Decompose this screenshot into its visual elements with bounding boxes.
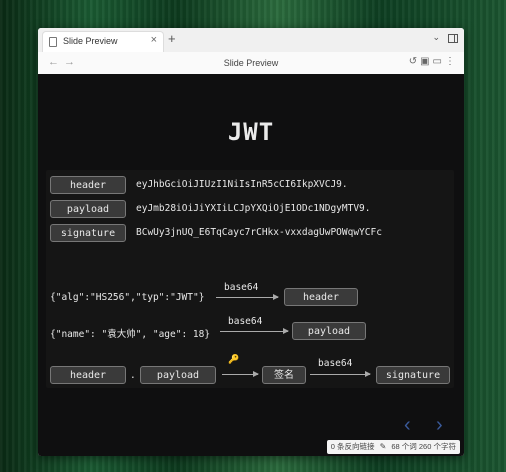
header-value: eyJhbGciOiJIUzI1NiIsInR5cCI6IkpXVCJ9.: [136, 179, 348, 190]
sign-pill: 签名: [262, 366, 306, 384]
chevron-right-icon[interactable]: ›: [436, 414, 443, 437]
base64-label-2: base64: [228, 316, 263, 327]
payload-output-pill: payload: [292, 322, 366, 340]
tab-label: Slide Preview: [63, 36, 118, 46]
base64-label-3: base64: [318, 358, 353, 369]
preview-window: Slide Preview × + ⌄ ← → Slide Preview ↺▣…: [38, 28, 464, 456]
arrow-3: [222, 371, 259, 377]
char-count: 260 个字符: [418, 442, 456, 451]
arrow-4: [310, 371, 371, 377]
toolbar-icons[interactable]: ↺▣▭⋮: [409, 56, 458, 67]
signature-value: BCwUy3jnUQ_E6TqCayc7rCHkx-vxxdagUwPOWqwY…: [136, 227, 382, 238]
tab-bar: Slide Preview × + ⌄: [38, 28, 464, 53]
arrow-2: [220, 328, 289, 334]
status-bar: 0 条反向链接 ✎ 68 个词 260 个字符: [326, 440, 460, 454]
tab-slide-preview[interactable]: Slide Preview ×: [42, 31, 164, 53]
new-tab-button[interactable]: +: [168, 31, 176, 46]
signature-pill: signature: [50, 224, 126, 242]
payload-pill: payload: [50, 200, 126, 218]
close-icon[interactable]: ×: [151, 34, 157, 46]
address-bar: ← → Slide Preview ↺▣▭⋮: [38, 52, 464, 75]
header-pill-2: header: [50, 366, 126, 384]
arrow-1: [216, 294, 279, 300]
base64-label-1: base64: [224, 282, 259, 293]
signature-output-pill: signature: [376, 366, 450, 384]
key-icon: 🔑: [228, 354, 240, 364]
chevron-left-icon[interactable]: ‹: [404, 414, 411, 437]
header-pill: header: [50, 176, 126, 194]
sidebar-toggle-icon[interactable]: [448, 34, 458, 43]
slide-title: JWT: [227, 118, 275, 146]
edit-icon[interactable]: ✎: [380, 440, 387, 454]
payload-json: {"name": "袁大帅", "age": 18}: [50, 329, 211, 340]
payload-value: eyJmb28iOiJiYXIiLCJpYXQiOjE1ODc1NDgyMTV9…: [136, 203, 371, 214]
slide-area: JWT header eyJhbGciOiJIUzI1NiIsInR5cCI6I…: [38, 74, 464, 456]
page-icon: [49, 37, 57, 47]
backlinks-count[interactable]: 0 条反向链接: [331, 442, 375, 451]
payload-pill-2: payload: [140, 366, 216, 384]
jwt-diagram: header eyJhbGciOiJIUzI1NiIsInR5cCI6IkpXV…: [46, 170, 454, 388]
dot-separator: .: [130, 370, 136, 381]
header-json: {"alg":"HS256","typ":"JWT"}: [50, 292, 205, 303]
page-title: Slide Preview: [223, 58, 279, 68]
header-output-pill: header: [284, 288, 358, 306]
chevron-down-icon[interactable]: ⌄: [432, 32, 440, 43]
word-count: 68 个词: [391, 442, 417, 451]
